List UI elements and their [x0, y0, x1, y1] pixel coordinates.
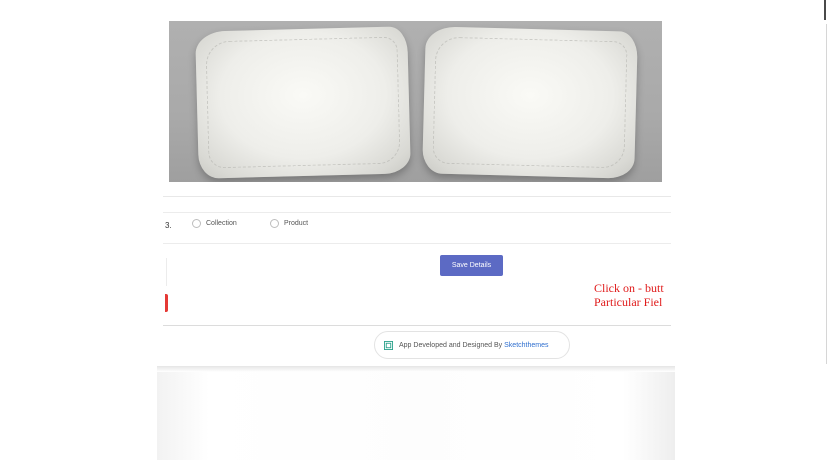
credit-link[interactable]: Sketchthemes	[504, 342, 548, 349]
panel-header-strip	[163, 184, 671, 197]
type-selector-row: 3. Collection Product	[163, 212, 671, 244]
credit-badge: App Developed and Designed By Sketchthem…	[374, 331, 570, 359]
radio-collection[interactable]: Collection	[192, 219, 237, 228]
radio-product[interactable]: Product	[270, 219, 308, 228]
hint-line-1: Click on - butt	[594, 281, 664, 295]
radio-empty-icon[interactable]	[270, 219, 279, 228]
save-details-button[interactable]: Save Details	[440, 255, 503, 276]
radio-collection-label: Collection	[206, 220, 237, 227]
red-marker	[165, 294, 168, 312]
scrollbar-edge	[824, 0, 826, 20]
radio-product-label: Product	[284, 220, 309, 227]
bedsheet-image	[157, 366, 675, 460]
sketchthemes-logo-icon	[384, 340, 393, 350]
hint-line-2: Particular Fiel	[594, 295, 663, 309]
pillow-image-left	[195, 26, 411, 179]
pillow-image-right	[422, 26, 638, 179]
row-number: 3.	[165, 221, 172, 230]
page-divider	[826, 24, 827, 364]
radio-empty-icon[interactable]	[192, 219, 201, 228]
left-edge-line	[166, 258, 167, 286]
hint-text: Click on - butt Particular Fiel	[594, 281, 674, 309]
product-image	[169, 21, 662, 182]
credit-text: App Developed and Designed By	[399, 341, 503, 349]
